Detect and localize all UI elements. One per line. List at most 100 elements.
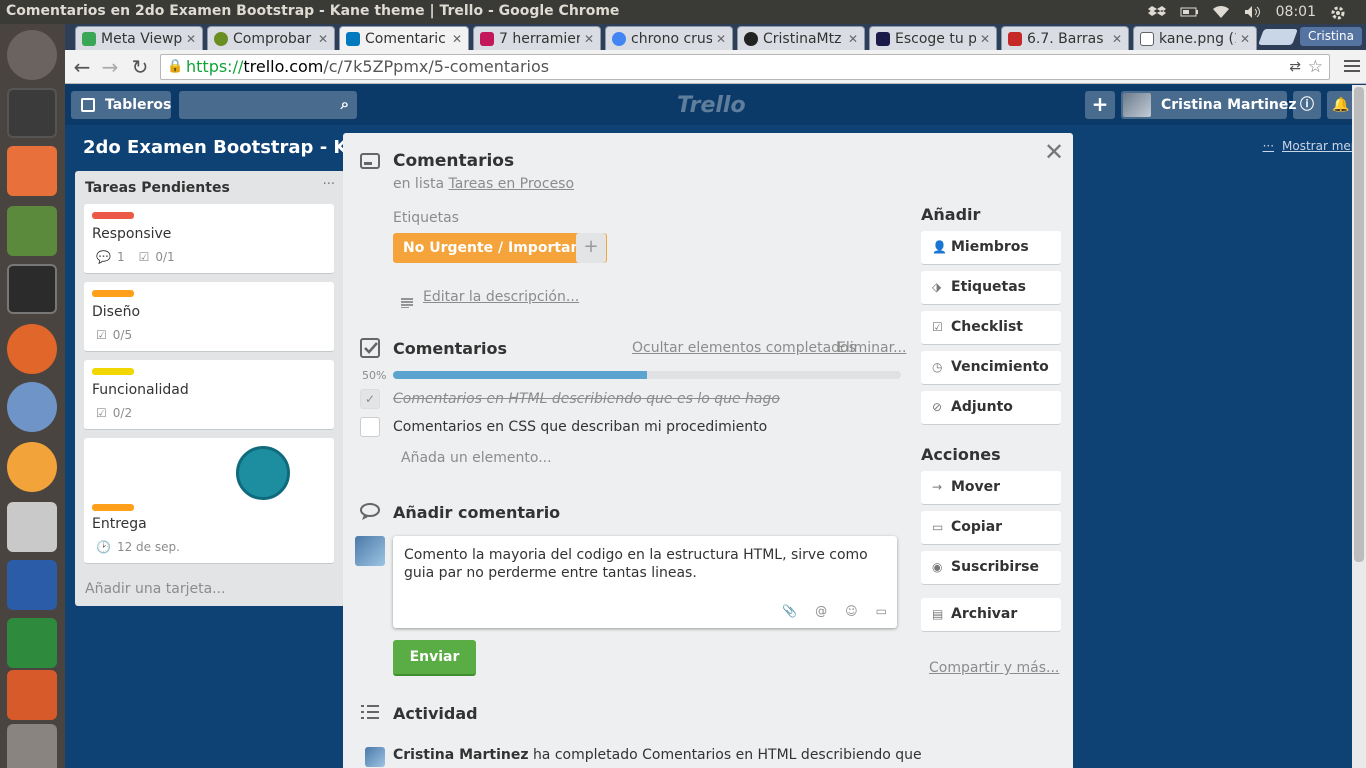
wifi-icon[interactable] [1212,5,1230,19]
add-item-input[interactable]: Añada un elemento... [401,450,552,466]
calc-icon[interactable] [7,618,57,668]
tab-escoge[interactable]: Escoge tu p ✕ [869,26,997,50]
forward-icon[interactable]: → [99,56,121,78]
close-icon[interactable]: ✕ [452,32,462,46]
close-icon[interactable]: ✕ [1112,32,1122,46]
close-icon[interactable]: ✕ [980,32,990,46]
list-menu-icon[interactable]: ··· [323,177,335,192]
page-scrollbar[interactable] [1352,85,1366,768]
tab-barras[interactable]: 6.7. Barras c ✕ [1001,26,1129,50]
card-detail-modal: Comentarios en lista Tareas en Proceso ✕… [343,133,1073,768]
files-icon[interactable] [7,146,57,196]
checklist-checkbox[interactable]: ✓ [360,389,380,409]
activity-user[interactable]: Cristina Martinez [393,747,528,763]
members-button[interactable]: 👤 Miembros [921,231,1061,265]
attachment-button[interactable]: ⊘ Adjunto [921,391,1061,425]
firefox-icon[interactable] [7,324,57,374]
edit-description-link[interactable]: Editar la descripción... [423,289,579,305]
move-button[interactable]: → Mover [921,471,1061,505]
tab-meta-viewport[interactable]: Meta Viewp ✕ [75,26,203,50]
dropbox-icon[interactable] [1147,5,1166,19]
checklist-icon: ☑ [138,250,150,264]
add-card-link[interactable]: Añadir una tarjeta... [85,581,226,597]
tab-chrono-cruise[interactable]: chrono crus ✕ [605,26,733,50]
checklist-item[interactable]: Comentarios en CSS que describan mi proc… [393,419,767,435]
user-icon: 👤 [932,240,947,254]
copy-button[interactable]: ▭ Copiar [921,511,1061,545]
terminal-icon[interactable] [7,264,57,314]
trash-icon[interactable] [7,724,57,768]
member-menu-button[interactable]: Cristina Martinez [1121,91,1296,119]
impress-icon[interactable] [7,670,57,720]
label-chip[interactable]: No Urgente / Importante [393,233,607,263]
tab-comentarios[interactable]: Comentaric ✕ [339,26,469,50]
writer-icon[interactable] [7,560,57,610]
scratch-icon[interactable] [7,442,57,492]
tab-comprobar[interactable]: Comprobar ✕ [207,26,335,50]
sublime-text-icon[interactable] [7,88,57,138]
labels-button[interactable]: ⬗ Etiquetas [921,271,1061,305]
send-button[interactable]: Enviar [393,640,476,676]
notifications-bell-icon[interactable]: 🔔 [1327,91,1355,119]
checklist-title[interactable]: Comentarios [393,339,507,358]
image-viewer-icon[interactable] [7,502,57,552]
close-icon[interactable]: ✕ [584,32,594,46]
show-menu-link[interactable]: ··· Mostrar menú [1263,139,1366,153]
address-bar[interactable]: 🔒 https://trello.com/c/7k5ZPpmx/5-coment… [160,54,1330,80]
card-diseno[interactable]: Diseño ☑ 0/5 [84,282,334,352]
dash-icon[interactable] [7,30,57,80]
mention-icon[interactable]: @ [815,604,827,618]
info-button[interactable]: ⓘ [1293,91,1321,119]
chrome-menu-icon[interactable] [1344,58,1360,74]
card-funcionalidad[interactable]: Funcionalidad ☑ 0/2 [84,360,334,430]
close-icon[interactable]: ✕ [318,32,328,46]
list-link[interactable]: Tareas en Proceso [449,176,575,192]
close-icon[interactable]: ✕ [186,32,196,46]
scrollbar-thumb[interactable] [1354,87,1364,562]
add-label-button[interactable]: + [576,233,606,263]
close-icon[interactable]: ✕ [716,32,726,46]
close-icon[interactable]: ✕ [848,32,858,46]
close-icon[interactable]: ✕ [1043,140,1065,164]
battery-icon[interactable] [1180,5,1198,19]
emoji-icon[interactable]: ☺ [845,604,858,618]
checklist-checkbox[interactable] [360,417,380,437]
card-entrega[interactable]: Entrega 🕑 12 de sep. [84,438,334,564]
bookmark-star-icon[interactable]: ☆ [1308,55,1323,79]
hide-completed-link[interactable]: Ocultar elementos completados [632,340,856,356]
reload-icon[interactable]: ↻ [129,56,151,78]
close-icon[interactable]: ✕ [1240,32,1250,46]
due-date-button[interactable]: ◷ Vencimiento [921,351,1061,385]
share-more-link[interactable]: Compartir y más... [929,660,1059,676]
tab-github[interactable]: CristinaMtz ✕ [737,26,865,50]
tab-7-herramientas[interactable]: 7 herramier ✕ [473,26,601,50]
comment-textarea[interactable]: Comento la mayoria del codigo en la estr… [393,536,897,628]
clock[interactable]: 08:01 [1276,4,1316,20]
card-badges: ☑ 0/2 [96,406,133,420]
delete-checklist-link[interactable]: Eliminar... [837,340,906,356]
board-title[interactable]: 2do Examen Bootstrap - Kane [83,137,385,158]
trello-logo[interactable]: Trello [677,93,746,118]
attachment-icon[interactable]: 📎 [782,604,797,618]
back-icon[interactable]: ← [71,56,93,78]
board-search-input[interactable]: ⌕ [179,91,357,119]
volume-icon[interactable] [1244,5,1262,19]
chrome-icon[interactable] [7,206,57,256]
boards-button[interactable]: Tableros [71,91,171,119]
subscribe-button[interactable]: ◉ Suscribirse [921,551,1061,585]
card-responsive[interactable]: Responsive 💬 1 ☑ 0/1 [84,204,334,274]
chromium-icon[interactable] [7,382,57,432]
profile-button[interactable]: Cristina [1300,27,1362,46]
card-link-icon[interactable]: ▭ [876,604,887,618]
gear-icon[interactable] [1330,5,1348,20]
tab-kane-png[interactable]: kane.png (1 ✕ [1133,26,1257,50]
create-button[interactable]: + [1085,91,1115,119]
new-tab-button[interactable] [1258,29,1298,45]
archive-button[interactable]: ▤ Archivar [921,598,1061,632]
card-title-heading[interactable]: Comentarios [393,151,514,171]
checklist-item[interactable]: Comentarios en HTML describiendo que es … [393,391,780,407]
list-title[interactable]: Tareas Pendientes [85,180,230,196]
translate-icon[interactable]: ⇄ [1289,55,1301,79]
checklist-button[interactable]: ☑ Checklist [921,311,1061,345]
card-label [92,290,134,297]
